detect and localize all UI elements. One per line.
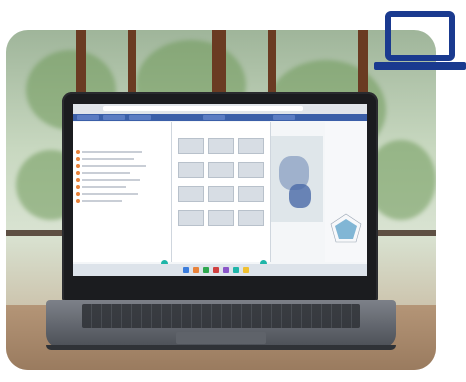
map-region: [289, 184, 311, 208]
taskbar-app-icon[interactable]: [223, 267, 229, 273]
list-item: [76, 178, 158, 182]
app-tab: [273, 115, 295, 120]
app-tab-strip: [73, 114, 367, 121]
map-view[interactable]: [271, 136, 323, 222]
map-thumbnail[interactable]: [178, 210, 204, 226]
list-item: [76, 185, 158, 189]
touchpad: [176, 332, 266, 344]
map-thumbnail[interactable]: [208, 210, 234, 226]
radar-area: [335, 219, 357, 239]
laptop-icon: [374, 11, 466, 70]
taskbar-app-icon[interactable]: [213, 267, 219, 273]
middle-panel: [172, 122, 271, 267]
map-thumbnail[interactable]: [208, 186, 234, 202]
taskbar-app-icon[interactable]: [243, 267, 249, 273]
map-thumbnail[interactable]: [208, 162, 234, 178]
map-thumbnail[interactable]: [178, 162, 204, 178]
taskbar-app-icon[interactable]: [183, 267, 189, 273]
list-item: [76, 157, 158, 161]
browser-address-bar: [73, 104, 367, 114]
taskbar-app-icon[interactable]: [203, 267, 209, 273]
map-thumbnail[interactable]: [208, 138, 234, 154]
url-field: [103, 106, 303, 111]
map-thumbnail[interactable]: [238, 186, 264, 202]
list-item: [76, 171, 158, 175]
list-item: [76, 192, 158, 196]
laptop-front-edge: [46, 345, 396, 350]
app-tab: [103, 115, 125, 120]
map-thumbnail[interactable]: [238, 210, 264, 226]
map-thumbnail[interactable]: [178, 138, 204, 154]
list-item: [76, 150, 158, 154]
app-tab: [129, 115, 151, 120]
keyboard: [82, 304, 360, 328]
map-thumbnail[interactable]: [238, 162, 264, 178]
app-tab: [77, 115, 99, 120]
radar-chart: [330, 213, 362, 243]
taskbar: [73, 264, 367, 276]
app-tab: [203, 115, 225, 120]
left-panel: [73, 122, 172, 267]
list-item: [76, 164, 158, 168]
taskbar-app-icon[interactable]: [233, 267, 239, 273]
taskbar-app-icon[interactable]: [193, 267, 199, 273]
map-thumbnail[interactable]: [178, 186, 204, 202]
list-item: [76, 199, 158, 203]
laptop-screen: [73, 104, 367, 276]
map-thumbnail[interactable]: [238, 138, 264, 154]
